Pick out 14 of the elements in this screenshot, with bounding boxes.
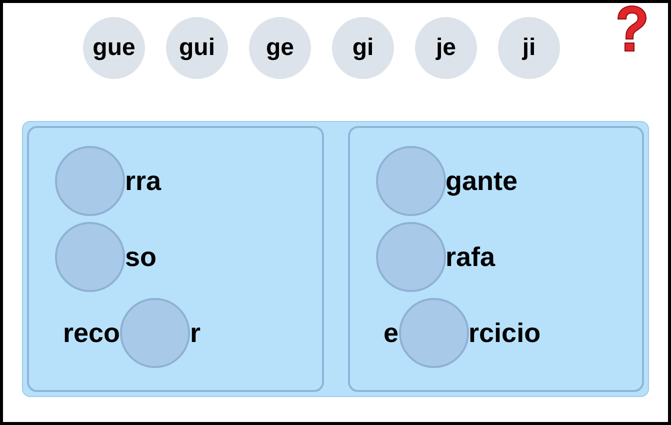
syllable-chip[interactable]: gui	[166, 17, 228, 79]
word-fragment: gante	[446, 164, 518, 198]
syllable-chip[interactable]: je	[415, 17, 477, 79]
word-fragment: rcicio	[468, 316, 541, 350]
syllable-chip[interactable]: gi	[332, 17, 394, 79]
word-fragment: so	[125, 240, 157, 274]
syllable-chip[interactable]: ge	[249, 17, 311, 79]
word-fragment: rafa	[446, 240, 496, 274]
syllable-chip[interactable]: gue	[83, 17, 145, 79]
word-fragment: e	[384, 316, 399, 350]
word-fragment: reco	[63, 316, 120, 350]
word-fragment: rra	[125, 164, 162, 198]
word-fragment: r	[190, 316, 201, 350]
syllable-chip[interactable]: ji	[498, 17, 560, 79]
